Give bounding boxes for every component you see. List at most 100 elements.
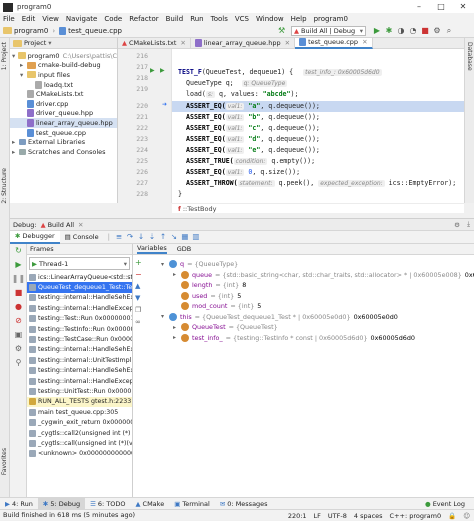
frame-row[interactable]: ics::LinearArrayQueue<std::strin	[27, 272, 132, 282]
tree-item-driver-queue[interactable]: driver_queue.hpp	[10, 109, 117, 119]
move-up-icon[interactable]: ▲	[135, 282, 142, 294]
expand-arrow-icon[interactable]: ▸	[173, 324, 181, 331]
resume-icon[interactable]: ▶	[10, 258, 27, 272]
tool-window-6-todo[interactable]: ☰ 6: TODO	[85, 498, 130, 510]
get-thread-dump-icon[interactable]: ▣	[10, 328, 27, 342]
expand-arrow-icon[interactable]: ▸	[12, 138, 19, 146]
close-session-icon[interactable]: ✕	[78, 221, 83, 229]
tool-window-4-run[interactable]: ▶ 4: Run	[0, 498, 38, 510]
frame-row[interactable]: _cygtls::call(unsigned int (*)(v	[27, 438, 132, 448]
expand-arrow-icon[interactable]: ▾	[20, 71, 27, 79]
menu-file[interactable]: File	[3, 15, 15, 23]
tab-debugger[interactable]: ✱ Debugger	[10, 230, 60, 244]
tool-window-cmake[interactable]: ▲ CMake	[131, 498, 170, 510]
tree-item-cmake-build-debug[interactable]: ▸ cmake-build-debug	[10, 61, 117, 71]
tree-item-program0[interactable]: ▾ program0 C:\Users\pattis\C	[10, 51, 117, 61]
frame-row[interactable]: testing::internal::HandleExcepti	[27, 303, 132, 313]
frame-row[interactable]: testing::internal::UnitTestImpl::	[27, 355, 132, 365]
pin-icon[interactable]: ⚲	[10, 356, 27, 370]
close-tab-icon[interactable]: ✕	[285, 39, 290, 47]
close-tab-icon[interactable]: ✕	[180, 39, 185, 47]
debug-button[interactable]: ✱	[384, 26, 394, 36]
tree-item-cmakelists[interactable]: CMakeLists.txt	[10, 89, 117, 99]
restore-layout-icon[interactable]: ⚙	[10, 342, 27, 356]
add-watch-icon[interactable]: +	[135, 258, 142, 270]
expand-arrow-icon[interactable]: ▸	[12, 148, 19, 156]
frame-row[interactable]: testing::Test::Run 0x000000010	[27, 314, 132, 324]
menu-code[interactable]: Code	[104, 15, 122, 23]
frame-row[interactable]: _cygwin_exit_return 0x000000018	[27, 417, 132, 427]
frame-row[interactable]: testing::TestCase::Run 0x00000	[27, 334, 132, 344]
view-breakpoints-icon[interactable]: ●	[10, 300, 27, 314]
close-window-button[interactable]: ✕	[452, 0, 474, 13]
menu-view[interactable]: View	[42, 15, 59, 23]
frame-row[interactable]: testing::internal::HandleSehExce	[27, 345, 132, 355]
mute-breakpoints-icon[interactable]: ⊘	[10, 314, 27, 328]
stop-icon[interactable]: ■	[10, 286, 27, 300]
thread-select[interactable]: ▶ Thread-1 ▾	[29, 257, 130, 270]
run-test-icon[interactable]: ▶	[160, 67, 165, 74]
tree-item-input-files[interactable]: ▾ input files	[10, 70, 117, 80]
tree-item-test-queue[interactable]: test_queue.cpp	[10, 128, 117, 138]
variable-row[interactable]: ▸ test_info_ = {testing::TestInfo * const …	[173, 333, 415, 343]
hide-panel-icon[interactable]: ⤓	[467, 220, 470, 229]
variable-row[interactable]: length = {int} 8	[173, 280, 246, 290]
variable-row[interactable]: used = {int} 5	[173, 291, 241, 301]
rerun-icon[interactable]: ↻	[10, 244, 27, 258]
force-step-into-icon[interactable]: ⇣	[147, 232, 157, 242]
expand-arrow-icon[interactable]: ▸	[173, 271, 181, 278]
run-test-icon[interactable]: ▶	[150, 67, 155, 74]
code-breadcrumb[interactable]: f ::TestBody	[172, 203, 464, 213]
tree-item-scratches[interactable]: ▸ Scratches and Consoles	[10, 147, 117, 157]
tab-console[interactable]: ▤ Console	[60, 231, 104, 244]
search-everywhere-icon[interactable]: ⌕	[444, 26, 454, 36]
variable-row[interactable]: ▾ q = {QueueType}	[161, 259, 241, 269]
expand-arrow-icon[interactable]: ▸	[173, 334, 181, 341]
tree-item-linear-array-queue[interactable]: linear_array_queue.hpp	[10, 118, 117, 128]
tab-gdb[interactable]: GDB	[177, 245, 192, 253]
tool-window-5-debug[interactable]: ✱ 5: Debug	[37, 497, 86, 510]
frame-row[interactable]: testing::internal::HandleExcepti	[27, 376, 132, 386]
run-config-select[interactable]: ▲ Build All | Debug ▾	[291, 26, 366, 36]
tab-variables[interactable]: Variables	[137, 244, 167, 254]
chevron-down-icon[interactable]: ▾	[48, 39, 51, 47]
caret-position[interactable]: 220:1	[288, 512, 307, 520]
tab-cmakelists[interactable]: ▲ CMakeLists.txt ✕	[118, 37, 191, 49]
variable-row[interactable]: mod_count = {int} 5	[173, 301, 261, 311]
tree-item-loadq[interactable]: loadq.txt	[10, 80, 117, 90]
frame-row[interactable]: QueueTest_dequeue1_Test::Te	[27, 282, 132, 293]
settings-button[interactable]: ⚙	[432, 26, 442, 36]
profile-button[interactable]: ◔	[408, 26, 418, 36]
menu-refactor[interactable]: Refactor	[129, 15, 158, 23]
breadcrumb-file[interactable]: test_queue.cpp	[59, 26, 122, 35]
variable-row[interactable]: ▸ queue = {std::basic_string<char, std::ch…	[173, 270, 474, 280]
expand-arrow-icon[interactable]: ▸	[20, 61, 27, 69]
variable-row[interactable]: ▸ QueueTest = {QueueTest}	[173, 322, 281, 332]
menu-help[interactable]: Help	[291, 15, 307, 23]
debug-session-tab[interactable]: Build All	[48, 221, 74, 229]
inspector-icon[interactable]: ☺	[463, 512, 470, 520]
tab-test-queue[interactable]: test_queue.cpp ✕	[295, 37, 373, 49]
minimize-button[interactable]: –	[408, 0, 430, 13]
database-tool-tab[interactable]: Database	[466, 42, 473, 71]
step-over-icon[interactable]: ↷	[125, 232, 135, 242]
line-separator[interactable]: LF	[314, 512, 321, 520]
file-encoding[interactable]: UTF-8	[328, 512, 347, 520]
menu-edit[interactable]: Edit	[22, 15, 36, 23]
move-down-icon[interactable]: ▼	[135, 294, 142, 306]
indent-setting[interactable]: 4 spaces	[354, 512, 383, 520]
resolve-context[interactable]: C++: program0	[390, 512, 442, 520]
project-tool-tab[interactable]: 1: Project	[1, 42, 8, 70]
tree-item-external-libraries[interactable]: ▸ External Libraries	[10, 137, 117, 147]
glasses-icon[interactable]: ∞	[135, 318, 142, 330]
menu-build[interactable]: Build	[166, 15, 184, 23]
run-button[interactable]: ▶	[372, 26, 382, 36]
frame-row[interactable]: testing::UnitTest::Run 0x0000	[27, 386, 132, 396]
menu-tools[interactable]: Tools	[211, 15, 228, 23]
variable-row[interactable]: ▾ this = {QueueTest_dequeue1_Test * | 0x60…	[161, 312, 398, 322]
tree-item-driver-cpp[interactable]: driver.cpp	[10, 99, 117, 109]
frame-row[interactable]: testing::internal::HandleSehExce	[27, 293, 132, 303]
gear-icon[interactable]: ⚙	[454, 221, 460, 229]
coverage-button[interactable]: ◑	[396, 26, 406, 36]
project-panel-title[interactable]: Project	[24, 39, 46, 47]
